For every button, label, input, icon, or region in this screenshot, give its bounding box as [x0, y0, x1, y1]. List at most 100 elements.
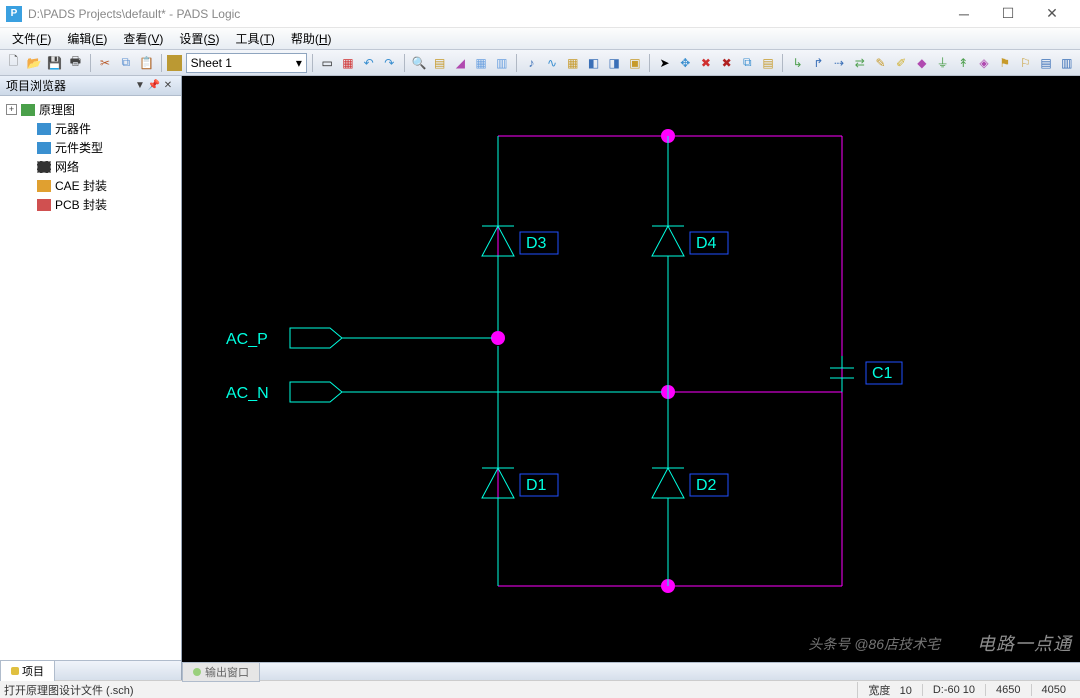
tree-label: 元器件: [55, 120, 91, 137]
route2-icon[interactable]: ⇄: [850, 53, 869, 73]
duplicate-icon[interactable]: ⧉: [738, 53, 757, 73]
part-d4-label: D4: [696, 235, 717, 252]
save-file-icon[interactable]: 💾: [45, 53, 64, 73]
select-tool-icon[interactable]: ▦: [339, 53, 358, 73]
menu-setup[interactable]: 设置(S): [171, 28, 227, 49]
flag-b-icon[interactable]: ⚐: [1016, 53, 1035, 73]
print-icon[interactable]: 🖶: [66, 53, 85, 73]
tool-b-icon[interactable]: ✐: [892, 53, 911, 73]
menu-edit[interactable]: 编辑(E): [59, 28, 115, 49]
menu-view[interactable]: 查看(V): [115, 28, 171, 49]
delete-red-icon[interactable]: ✖: [717, 53, 736, 73]
tool-a-icon[interactable]: ✎: [871, 53, 890, 73]
netlist-icon[interactable]: ▦: [563, 53, 582, 73]
project-browser-panel: 项目浏览器 ▼ 📌 ✕ + 原理图 元器件 元件类型: [0, 76, 182, 680]
tree-item-nets[interactable]: 网络: [2, 157, 179, 176]
grid-icon[interactable]: ▦: [472, 53, 491, 73]
output-window-tab[interactable]: 输出窗口: [182, 662, 260, 682]
sheet-selected-label: Sheet 1: [191, 56, 232, 70]
components-icon: [37, 123, 51, 135]
main-toolbar: 🗋 📂 💾 🖶 ✂ ⧉ 📋 Sheet 1 ▾ ▭ ▦ ↶ ↷ 🔍 ▤ ◢ ▦ …: [0, 50, 1080, 76]
pin-icon[interactable]: 📌: [147, 80, 161, 91]
pin2-icon[interactable]: ◨: [605, 53, 624, 73]
toolbar-separator: [404, 54, 405, 72]
status-delta: D:-60 10: [922, 684, 985, 696]
tree-item-cae-decal[interactable]: CAE 封装: [2, 176, 179, 195]
toolbar-separator: [649, 54, 650, 72]
layer-icon[interactable]: ▤: [430, 53, 449, 73]
dropdown-icon[interactable]: ▼: [133, 80, 147, 91]
output-indicator-icon: [193, 668, 201, 676]
toolbar-separator: [90, 54, 91, 72]
flag-a-icon[interactable]: ⚑: [995, 53, 1014, 73]
close-button[interactable]: ✕: [1030, 0, 1074, 28]
schematic-canvas[interactable]: AC_P AC_N D3 D4 D1 D2 C1 电路一点通 头条号 @86店技…: [182, 76, 1080, 662]
status-x: 4650: [985, 684, 1030, 696]
sidebar-tab-project[interactable]: 项目: [0, 660, 55, 681]
report-b-icon[interactable]: ▥: [1057, 53, 1076, 73]
status-y: 4050: [1031, 684, 1076, 696]
output-tab-label: 输出窗口: [205, 664, 249, 680]
tree-item-pcb-decal[interactable]: PCB 封装: [2, 195, 179, 214]
copy-icon[interactable]: ⧉: [116, 53, 135, 73]
close-panel-icon[interactable]: ✕: [161, 80, 175, 91]
tree-item-part-types[interactable]: 元件类型: [2, 138, 179, 157]
part-c1-label: C1: [872, 365, 893, 382]
open-file-icon[interactable]: 📂: [25, 53, 44, 73]
menu-bar: 文件(F) 编辑(E) 查看(V) 设置(S) 工具(T) 帮助(H): [0, 28, 1080, 50]
main-area: 项目浏览器 ▼ 📌 ✕ + 原理图 元器件 元件类型: [0, 76, 1080, 680]
library-icon[interactable]: ▤: [759, 53, 778, 73]
delete-icon[interactable]: ✖: [697, 53, 716, 73]
sheet-icon: [167, 55, 182, 71]
undo-icon[interactable]: ↶: [359, 53, 378, 73]
wave-icon[interactable]: ∿: [543, 53, 562, 73]
pcb-decal-icon: [37, 199, 51, 211]
report-a-icon[interactable]: ▤: [1037, 53, 1056, 73]
chevron-down-icon: ▾: [296, 56, 302, 70]
part-d2-label: D2: [696, 477, 717, 494]
menu-file[interactable]: 文件(F): [4, 28, 59, 49]
bottom-tab-strip: 输出窗口: [182, 662, 1080, 680]
status-bar: 打开原理图设计文件 (.sch) 宽度 10 D:-60 10 4650 405…: [0, 680, 1080, 698]
ground-icon[interactable]: ⏚: [933, 53, 952, 73]
sidebar-tab-strip: 项目: [0, 660, 181, 680]
toolbar-separator: [161, 54, 162, 72]
tree-label: 元件类型: [55, 139, 103, 156]
zoom-icon[interactable]: 🔍: [410, 53, 429, 73]
tree-item-components[interactable]: 元器件: [2, 119, 179, 138]
project-tree[interactable]: + 原理图 元器件 元件类型 网络 CAE 封: [0, 96, 181, 660]
tool-c-icon[interactable]: ◆: [913, 53, 932, 73]
redo-icon[interactable]: ↷: [380, 53, 399, 73]
new-file-icon[interactable]: 🗋: [4, 53, 23, 73]
move-icon[interactable]: ✥: [676, 53, 695, 73]
expand-icon[interactable]: +: [6, 104, 17, 115]
minimize-button[interactable]: ─: [942, 0, 986, 28]
bus-route2-icon[interactable]: ⇢: [830, 53, 849, 73]
sidebar-tab-label: 项目: [22, 663, 44, 679]
cursor-tool-icon[interactable]: ▭: [318, 53, 337, 73]
pointer-icon[interactable]: ➤: [655, 53, 674, 73]
status-width: 宽度 10: [857, 682, 921, 698]
tree-label: 网络: [55, 158, 79, 175]
toolbar-separator: [516, 54, 517, 72]
resolve-icon[interactable]: ▣: [626, 53, 645, 73]
menu-help[interactable]: 帮助(H): [283, 28, 340, 49]
pin-icon[interactable]: ◧: [584, 53, 603, 73]
window-controls: ─ ☐ ✕: [942, 0, 1074, 28]
cut-icon[interactable]: ✂: [96, 53, 115, 73]
maximize-button[interactable]: ☐: [986, 0, 1030, 28]
tab-indicator-icon: [11, 667, 19, 675]
bus-route-icon[interactable]: ↱: [809, 53, 828, 73]
menu-tools[interactable]: 工具(T): [227, 28, 282, 49]
net-ac-n-label: AC_N: [226, 385, 269, 402]
nets-icon: [37, 161, 51, 173]
grid2-icon[interactable]: ▥: [492, 53, 511, 73]
offpage-icon[interactable]: ◈: [975, 53, 994, 73]
paste-icon[interactable]: 📋: [137, 53, 156, 73]
sheet-selector[interactable]: Sheet 1 ▾: [186, 53, 307, 73]
tree-item-schematic[interactable]: + 原理图: [2, 100, 179, 119]
route-icon[interactable]: ↳: [788, 53, 807, 73]
bus-icon[interactable]: ♪: [522, 53, 541, 73]
highlight-icon[interactable]: ◢: [451, 53, 470, 73]
power-icon[interactable]: ↟: [954, 53, 973, 73]
